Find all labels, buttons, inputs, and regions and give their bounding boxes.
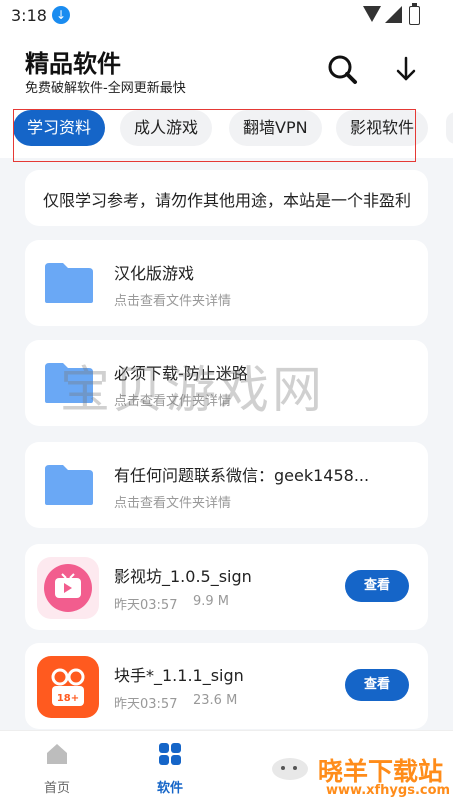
download-button[interactable] — [389, 52, 423, 86]
view-button[interactable]: 查看 — [345, 669, 409, 701]
app-date: 昨天03:57 — [114, 598, 178, 613]
app-size: 23.6 M — [193, 693, 238, 708]
view-button[interactable]: 查看 — [345, 570, 409, 602]
folder-subtitle: 点击查看文件夹详情 — [114, 394, 232, 409]
home-icon — [47, 744, 67, 764]
app-title: 影视坊_1.0.5_sign — [114, 567, 252, 586]
grid-icon — [159, 743, 181, 765]
svg-text:18+: 18+ — [57, 693, 79, 704]
folder-subtitle: 点击查看文件夹详情 — [114, 496, 232, 511]
status-time: 3:18 — [11, 6, 47, 25]
app-date: 昨天03:57 — [114, 697, 178, 712]
tv-app-icon — [37, 557, 99, 619]
page-title: 精品软件 — [25, 50, 121, 78]
sheep-logo-icon — [268, 753, 312, 783]
page-subtitle: 免费破解软件-全网更新最快 — [25, 81, 186, 96]
app-title: 块手*_1.1.1_sign — [114, 666, 244, 685]
wifi-icon — [363, 6, 381, 22]
battery-icon — [409, 3, 420, 25]
folder-title: 汉化版游戏 — [114, 264, 195, 283]
search-button[interactable] — [325, 52, 359, 86]
nav-software-label: 软件 — [156, 781, 183, 796]
arrow-down-icon — [396, 56, 416, 81]
app-item[interactable]: 影视坊_1.0.5_sign 昨天03:57 9.9 M 查看 — [25, 544, 428, 630]
folder-icon — [45, 363, 93, 403]
download-notification-icon: ↓ — [52, 6, 70, 24]
status-bar: 3:18 ↓ — [0, 0, 453, 32]
app-size: 9.9 M — [193, 594, 230, 609]
folder-item[interactable]: 必须下载-防止迷路 点击查看文件夹详情 — [25, 340, 428, 426]
nav-software[interactable]: 软件 — [130, 741, 210, 796]
video-app-icon: 18+ — [37, 656, 99, 718]
app-item[interactable]: 18+ 块手*_1.1.1_sign 昨天03:57 23.6 M 查看 — [25, 643, 428, 729]
folder-title: 有任何问题联系微信：geek1458... — [114, 466, 370, 485]
folder-subtitle: 点击查看文件夹详情 — [114, 294, 232, 309]
app-header: 精品软件 免费破解软件-全网更新最快 — [0, 32, 453, 110]
folder-item[interactable]: 汉化版游戏 点击查看文件夹详情 — [25, 240, 428, 326]
folder-icon — [45, 465, 93, 505]
nav-home[interactable]: 首页 — [17, 741, 97, 796]
notice-text: 仅限学习参考，请勿作其他用途，本站是一个非盈利 — [43, 191, 412, 210]
search-icon — [328, 55, 357, 84]
nav-home-label: 首页 — [43, 781, 70, 796]
folder-item[interactable]: 有任何问题联系微信：geek1458... 点击查看文件夹详情 — [25, 442, 428, 528]
folder-title: 必须下载-防止迷路 — [114, 364, 248, 383]
highlight-box — [13, 109, 416, 162]
brand-url-watermark: www.xfhygs.com — [326, 783, 451, 798]
signal-icon — [385, 6, 402, 23]
notice-banner: 仅限学习参考，请勿作其他用途，本站是一个非盈利 — [25, 170, 428, 226]
folder-icon — [45, 263, 93, 303]
tab-overflow[interactable] — [446, 112, 453, 144]
